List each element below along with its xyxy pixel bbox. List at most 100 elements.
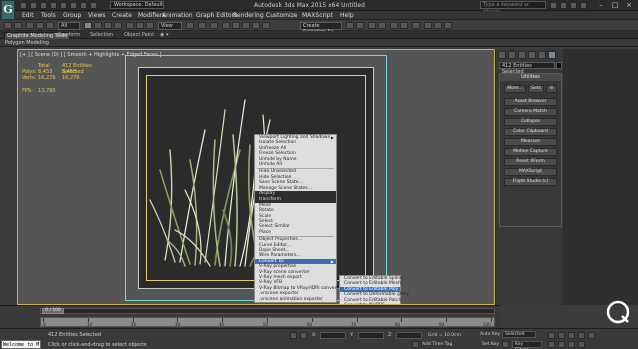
select-by-name-icon[interactable]	[94, 22, 102, 29]
subscription-icon[interactable]	[560, 2, 567, 9]
object-name-field[interactable]: 412 Entities Selected	[499, 62, 555, 75]
fetch-icon[interactable]	[80, 2, 87, 9]
menu-rendering[interactable]: Rendering	[233, 12, 264, 19]
absolute-mode-icon[interactable]	[300, 332, 307, 339]
menu-help[interactable]: Help	[340, 12, 354, 19]
render-production-icon[interactable]	[444, 22, 452, 29]
rotate-icon[interactable]	[136, 22, 144, 29]
menu-edit[interactable]: Edit	[22, 12, 34, 19]
key-filters-button[interactable]: Key Filters...	[512, 341, 542, 349]
menu-group[interactable]: Group	[63, 12, 81, 19]
graphite-ribbon-icon[interactable]	[378, 22, 386, 29]
set-key-button[interactable]: Set Key	[482, 342, 499, 347]
edit-named-selection-icon[interactable]	[262, 22, 270, 29]
selection-region-icon[interactable]	[104, 22, 112, 29]
go-to-end-icon[interactable]	[588, 332, 595, 339]
quad-menu-item[interactable]: .vrscene animation exporter	[255, 297, 336, 302]
workspace-select[interactable]: Workspace: Default	[110, 1, 164, 9]
unlink-icon[interactable]	[36, 22, 44, 29]
maxscript-button[interactable]: MAXScript	[504, 168, 557, 176]
play-icon[interactable]	[568, 332, 575, 339]
pivot-center-icon[interactable]	[186, 22, 194, 29]
time-slider-track[interactable]	[40, 308, 495, 314]
time-slider-handle[interactable]: 0 / 100	[42, 308, 64, 314]
sets-button[interactable]: Sets	[528, 85, 544, 93]
display-tab-icon[interactable]	[538, 51, 546, 59]
scale-icon[interactable]	[146, 22, 154, 29]
add-time-tag-button[interactable]: Add Time Tag	[422, 342, 452, 347]
maximize-button[interactable]: □	[608, 1, 622, 10]
previous-frame-icon[interactable]	[558, 332, 565, 339]
utilities-rollout-title[interactable]: Utilities	[500, 74, 561, 81]
move-icon[interactable]	[126, 22, 134, 29]
redo-icon[interactable]	[14, 22, 22, 29]
rendered-frame-window-icon[interactable]	[434, 22, 442, 29]
new-file-icon[interactable]	[20, 2, 27, 9]
go-to-start-icon[interactable]	[548, 332, 555, 339]
maximize-viewport-icon[interactable]	[578, 341, 585, 348]
y-coordinate-field[interactable]	[358, 332, 384, 339]
utilities-tab-icon[interactable]	[548, 51, 556, 59]
polygon-modeling-panel[interactable]: Polygon Modeling	[5, 40, 49, 46]
camera-match-button[interactable]: Camera Match	[504, 108, 557, 116]
menu-maxscript[interactable]: MAXScript	[302, 12, 333, 19]
hold-icon[interactable]	[70, 2, 77, 9]
motion-tab-icon[interactable]	[528, 51, 536, 59]
snap-toggle-icon[interactable]	[222, 22, 230, 29]
color-clipboard-button[interactable]: Color Clipboard	[504, 128, 557, 136]
close-button[interactable]: ×	[622, 1, 636, 10]
search-icon[interactable]	[550, 2, 557, 9]
spinner-snap-icon[interactable]	[252, 22, 260, 29]
modify-tab-icon[interactable]	[508, 51, 516, 59]
percent-snap-icon[interactable]	[242, 22, 250, 29]
search-input[interactable]: Type a keyword or phrase	[480, 1, 546, 15]
curve-editor-icon[interactable]	[390, 22, 398, 29]
x-coordinate-field[interactable]	[320, 332, 346, 339]
create-tab-icon[interactable]	[498, 51, 506, 59]
render-setup-icon[interactable]	[424, 22, 432, 29]
communication-icon[interactable]	[570, 2, 577, 9]
motion-capture-button[interactable]: Motion Capture	[504, 148, 557, 156]
undo-icon[interactable]	[50, 2, 57, 9]
more-button[interactable]: More...	[504, 85, 526, 93]
align-icon[interactable]	[356, 22, 364, 29]
project-folder-icon[interactable]	[90, 2, 97, 9]
help-icon[interactable]	[580, 2, 587, 9]
select-manipulate-icon[interactable]	[198, 22, 206, 29]
trackbar[interactable]: 0 10 20 30 40 50 60 70 80 90 100	[40, 317, 495, 327]
lock-selection-icon[interactable]	[290, 332, 297, 339]
next-frame-icon[interactable]	[578, 332, 585, 339]
app-logo-button[interactable]: G	[1, 0, 15, 20]
minimize-button[interactable]: –	[594, 1, 608, 10]
zoom-icon[interactable]	[568, 341, 575, 348]
bind-space-warp-icon[interactable]	[46, 22, 54, 29]
tab-object-paint[interactable]: Object Paint	[124, 32, 154, 38]
menu-graph-editors[interactable]: Graph Editors	[196, 12, 237, 19]
asset-browser-button[interactable]: Asset Browser	[504, 98, 557, 106]
schematic-view-icon[interactable]	[400, 22, 408, 29]
hierarchy-tab-icon[interactable]	[518, 51, 526, 59]
time-tag-icon[interactable]	[412, 341, 419, 348]
open-file-icon[interactable]	[30, 2, 37, 9]
tab-freeform[interactable]: Freeform	[58, 32, 80, 38]
orbit-icon[interactable]	[558, 341, 565, 348]
select-object-icon[interactable]	[84, 22, 92, 29]
object-color-swatch[interactable]	[556, 62, 562, 69]
flight-studio-button[interactable]: Flight Studio (c)	[504, 178, 557, 186]
set-key-icon[interactable]	[502, 341, 509, 348]
menu-customize[interactable]: Customize	[266, 12, 298, 19]
save-file-icon[interactable]	[40, 2, 47, 9]
menu-animation[interactable]: Animation	[162, 12, 193, 19]
tab-selection[interactable]: Selection	[90, 32, 113, 38]
redo-icon[interactable]	[60, 2, 67, 9]
layer-explorer-icon[interactable]	[368, 22, 376, 29]
reset-xform-button[interactable]: Reset XForm	[504, 158, 557, 166]
key-mode-select[interactable]: Selected	[502, 331, 536, 338]
z-coordinate-field[interactable]	[396, 332, 422, 339]
collapse-button[interactable]: Collapse	[504, 118, 557, 126]
undo-icon[interactable]	[4, 22, 12, 29]
menu-views[interactable]: Views	[88, 12, 105, 19]
mirror-icon[interactable]	[346, 22, 354, 29]
angle-snap-icon[interactable]	[232, 22, 240, 29]
selection-filter-select[interactable]: All	[58, 22, 80, 30]
